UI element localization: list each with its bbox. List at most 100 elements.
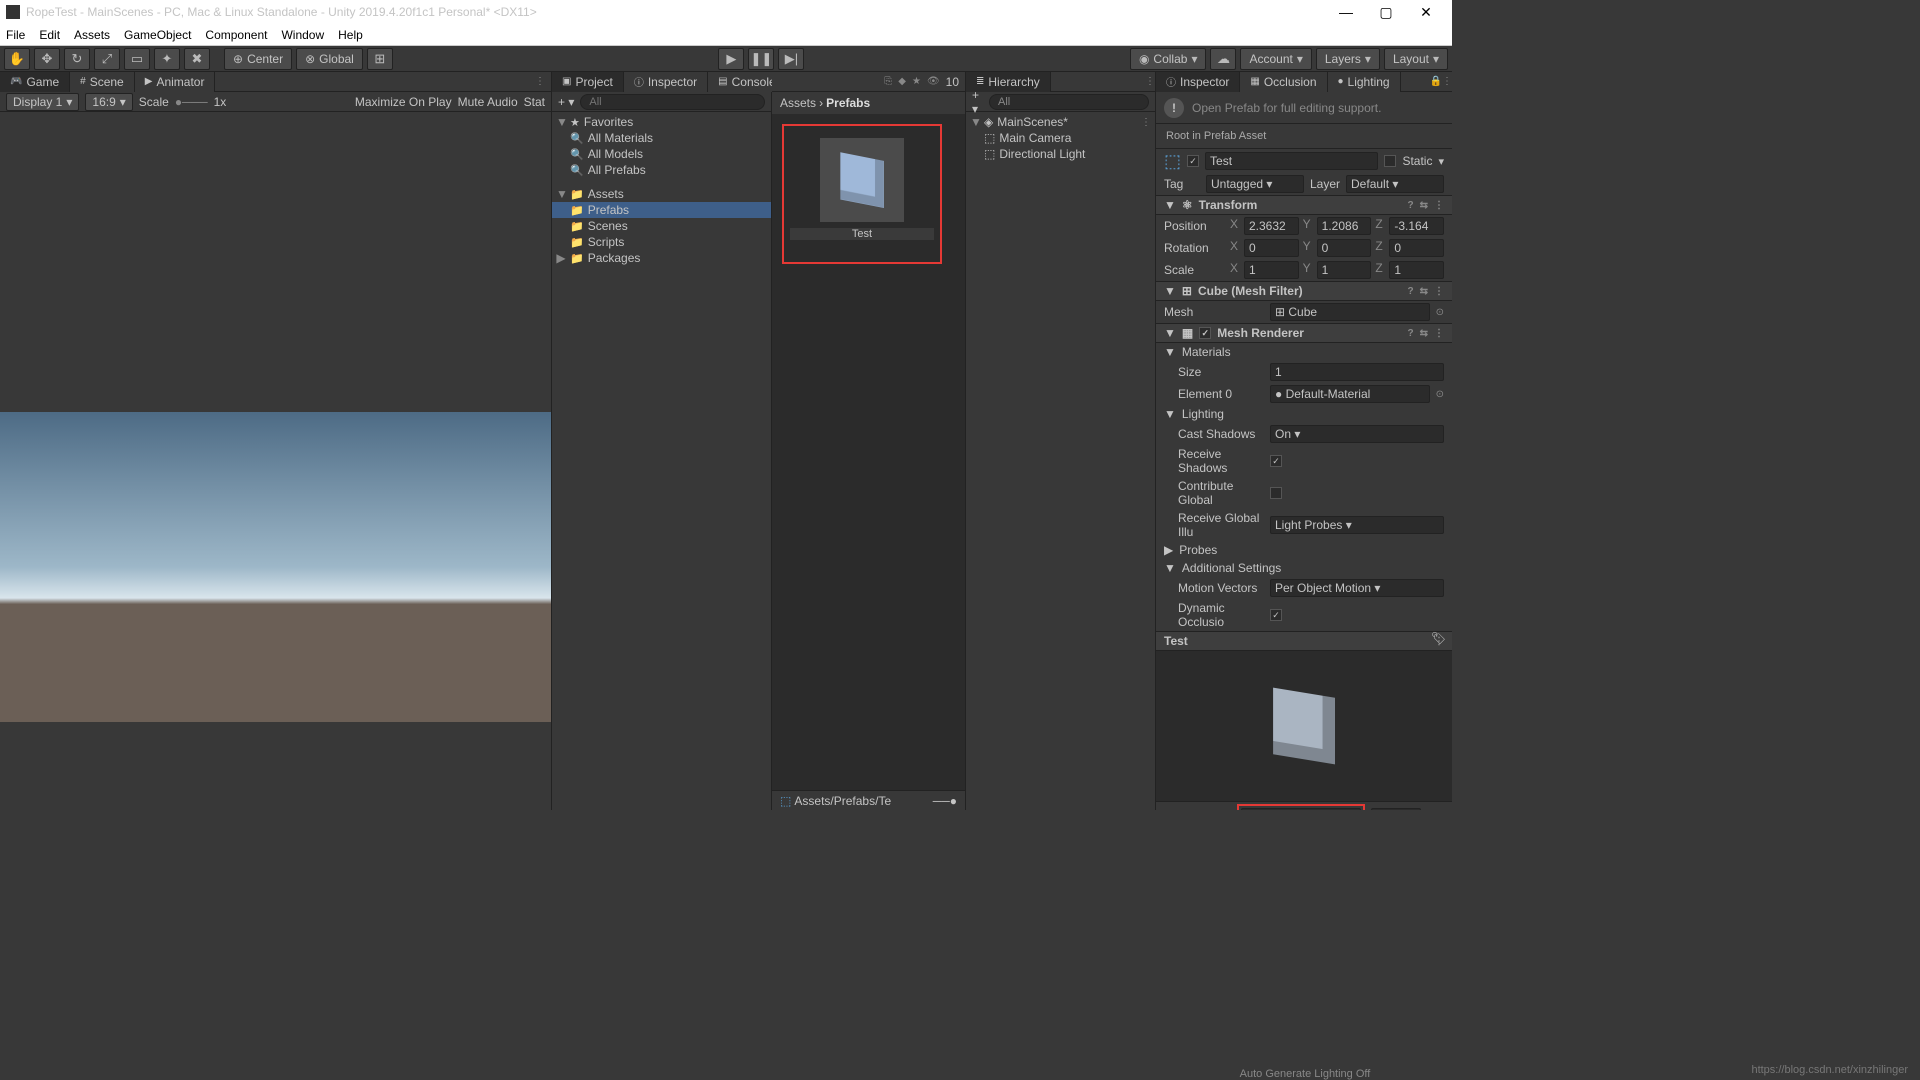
rot-y[interactable] [1317, 239, 1372, 257]
scl-z[interactable] [1389, 261, 1444, 279]
menu-help[interactable]: Help [338, 28, 363, 42]
mat-size[interactable] [1270, 363, 1444, 381]
rect-tool-button[interactable]: ▭ [124, 48, 150, 70]
mute-toggle[interactable]: Mute Audio [458, 95, 518, 109]
project-search[interactable] [580, 94, 765, 110]
asset-thumb[interactable] [820, 138, 904, 222]
pos-y[interactable] [1317, 217, 1372, 235]
add-button[interactable]: + ▾ [558, 95, 574, 109]
bc-prefabs[interactable]: Prefabs [826, 96, 870, 110]
layer-dropdown[interactable]: Default ▾ [1346, 175, 1444, 193]
recv-checkbox[interactable] [1270, 455, 1282, 467]
rot-z[interactable] [1389, 239, 1444, 257]
tag-button[interactable]: 🏷 [1431, 631, 1446, 645]
rotate-tool-button[interactable]: ↻ [64, 48, 90, 70]
preview-pane[interactable]: 🏷 [1156, 651, 1452, 801]
filter-icon[interactable]: ⎘ [884, 76, 892, 87]
tab-occlusion[interactable]: ▦Occlusion [1240, 72, 1327, 92]
pause-button[interactable]: ❚❚ [748, 48, 774, 70]
pivot-global-toggle[interactable]: ⊗ Global [296, 48, 363, 70]
tag-icon[interactable]: ◆ [898, 76, 906, 87]
hand-tool-button[interactable]: ✋ [4, 48, 30, 70]
elem0-picker[interactable]: ⊙ [1436, 389, 1444, 400]
maximize-toggle[interactable]: Maximize On Play [355, 95, 452, 109]
minimize-button[interactable]: — [1326, 4, 1366, 20]
active-checkbox[interactable] [1187, 155, 1199, 167]
menu-assets[interactable]: Assets [74, 28, 110, 42]
display-dropdown[interactable]: Display 1 ▾ [6, 93, 79, 111]
motion-dropdown[interactable]: Per Object Motion ▾ [1270, 579, 1444, 597]
pos-z[interactable] [1389, 217, 1444, 235]
elem0-field[interactable]: ● Default-Material [1270, 385, 1430, 403]
packages-row[interactable]: ▶📁 Packages [552, 250, 771, 266]
tab-inspector-2[interactable]: ⓘInspector [624, 72, 708, 92]
meshfilter-header[interactable]: ▼⊞ Cube (Mesh Filter)? ⇆ ⋮ [1156, 281, 1452, 301]
menu-window[interactable]: Window [281, 28, 324, 42]
meshrenderer-header[interactable]: ▼▦ Mesh Renderer? ⇆ ⋮ [1156, 323, 1452, 343]
scripts-row[interactable]: 📁 Scripts [552, 234, 771, 250]
hidden-icon[interactable]: 👁 [927, 76, 940, 87]
transform-header[interactable]: ▼⚛ Transform? ⇆ ⋮ [1156, 195, 1452, 215]
star-icon[interactable]: ★ [912, 76, 921, 87]
static-checkbox[interactable] [1384, 155, 1396, 167]
ab-variant-dropdown[interactable]: None ▾ [1371, 808, 1421, 810]
menu-component[interactable]: Component [205, 28, 267, 42]
tab-lighting[interactable]: ●Lighting [1328, 72, 1401, 92]
account-dropdown[interactable]: Account ▾ [1240, 48, 1311, 70]
tab-inspector[interactable]: ⓘInspector [1156, 72, 1240, 92]
custom-tool-button[interactable]: ✖ [184, 48, 210, 70]
snap-button[interactable]: ⊞ [367, 48, 393, 70]
light-row[interactable]: ⬚ Directional Light [966, 146, 1155, 162]
cast-dropdown[interactable]: On ▾ [1270, 425, 1444, 443]
bc-assets[interactable]: Assets [780, 96, 816, 110]
step-button[interactable]: ▶| [778, 48, 804, 70]
collab-dropdown[interactable]: ◉ Collab ▾ [1130, 48, 1207, 70]
probes-label[interactable]: Probes [1179, 543, 1217, 557]
layout-dropdown[interactable]: Layout ▾ [1384, 48, 1448, 70]
scenes-row[interactable]: 📁 Scenes [552, 218, 771, 234]
all-prefabs-row[interactable]: 🔍 All Prefabs [552, 162, 771, 178]
tab-scene[interactable]: #Scene [70, 72, 135, 92]
scl-y[interactable] [1317, 261, 1372, 279]
asset-grid[interactable]: Test [772, 114, 965, 790]
lock-icon[interactable]: 🔒 [1430, 76, 1442, 87]
pivot-center-toggle[interactable]: ⊕ Center [224, 48, 292, 70]
asset-name[interactable]: Test [790, 228, 934, 240]
cloud-button[interactable]: ☁ [1210, 48, 1236, 70]
tab-animator[interactable]: ▶Animator [135, 72, 216, 92]
all-models-row[interactable]: 🔍 All Models [552, 146, 771, 162]
hierarchy-search[interactable] [989, 94, 1149, 110]
dynocc-checkbox[interactable] [1270, 609, 1282, 621]
preview-header[interactable]: Test⋮ [1156, 631, 1452, 651]
stats-toggle[interactable]: Stat [524, 95, 545, 109]
zoom-slider[interactable]: ──● [933, 794, 957, 808]
tab-game[interactable]: 🎮Game [0, 72, 70, 92]
mesh-field[interactable]: ⊞ Cube [1270, 303, 1430, 321]
pos-x[interactable] [1244, 217, 1299, 235]
menu-gameobject[interactable]: GameObject [124, 28, 191, 42]
contrib-checkbox[interactable] [1270, 487, 1282, 499]
camera-row[interactable]: ⬚ Main Camera [966, 130, 1155, 146]
renderer-enable[interactable] [1199, 327, 1211, 339]
tab-project[interactable]: ▣Project [552, 72, 624, 92]
play-button[interactable]: ▶ [718, 48, 744, 70]
scene-row[interactable]: ▼◈ MainScenes*⋮ [966, 114, 1155, 130]
assetbundle-dropdown[interactable]: None ▾ [1241, 808, 1361, 810]
favorites-row[interactable]: ▼★ Favorites [552, 114, 771, 130]
tag-dropdown[interactable]: Untagged ▾ [1206, 175, 1304, 193]
assets-row[interactable]: ▼📁 Assets [552, 186, 771, 202]
scale-tool-button[interactable]: ⤢ [94, 48, 120, 70]
all-materials-row[interactable]: 🔍 All Materials [552, 130, 771, 146]
object-name-field[interactable] [1205, 152, 1378, 170]
rot-x[interactable] [1244, 239, 1299, 257]
maximize-button[interactable]: ▢ [1366, 4, 1406, 21]
close-button[interactable]: ✕ [1406, 4, 1446, 21]
mesh-picker[interactable]: ⊙ [1436, 307, 1444, 318]
move-tool-button[interactable]: ✥ [34, 48, 60, 70]
menu-edit[interactable]: Edit [39, 28, 60, 42]
game-view[interactable] [0, 112, 551, 810]
transform-tool-button[interactable]: ✦ [154, 48, 180, 70]
aspect-dropdown[interactable]: 16:9 ▾ [85, 93, 132, 111]
layers-dropdown[interactable]: Layers ▾ [1316, 48, 1380, 70]
menu-file[interactable]: File [6, 28, 25, 42]
